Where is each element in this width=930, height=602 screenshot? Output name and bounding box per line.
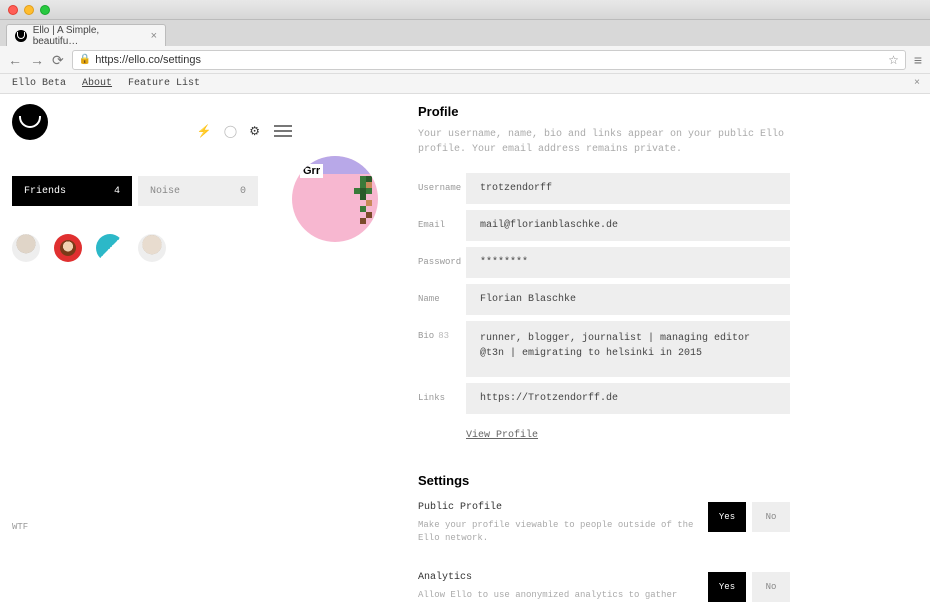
tab-friends[interactable]: Friends 4 [12, 176, 132, 206]
field-username: Username trotzendorff [418, 173, 790, 204]
submenu-feature-list[interactable]: Feature List [128, 78, 200, 89]
input-username[interactable]: trotzendorff [466, 173, 790, 204]
profile-subtitle: Your username, name, bio and links appea… [418, 127, 790, 157]
avatar-grr-text: Grr [300, 164, 323, 178]
field-name: Name Florian Blaschke [418, 284, 790, 315]
browser-toolbar: ← → ⟳ 🔒 https://ello.co/settings ☆ ≡ [0, 46, 930, 74]
input-password[interactable]: ******** [466, 247, 790, 278]
input-bio[interactable]: runner, blogger, journalist | managing e… [466, 321, 790, 377]
tab-title: Ello | A Simple, beautifu… [33, 25, 145, 47]
close-tab-icon[interactable]: × [151, 30, 157, 42]
submenu-about[interactable]: About [82, 78, 112, 89]
ello-logo-icon[interactable] [12, 104, 48, 140]
ello-favicon-icon [15, 30, 27, 42]
feed-tabs: Friends 4 Noise 0 [12, 176, 292, 206]
input-name[interactable]: Florian Blaschke [466, 284, 790, 315]
label-links: Links [418, 383, 466, 414]
wtf-link[interactable]: WTF [12, 522, 28, 532]
forward-icon[interactable]: → [30, 53, 44, 67]
reload-icon[interactable]: ⟳ [52, 53, 64, 67]
chrome-menu-icon[interactable]: ≡ [914, 52, 922, 68]
label-email: Email [418, 210, 466, 241]
setting-analytics: Analytics Allow Ello to use anonymized a… [418, 572, 790, 602]
label-password: Password [418, 247, 466, 278]
setting-name: Analytics [418, 572, 708, 583]
main-panel: Profile Your username, name, bio and lin… [292, 104, 930, 602]
input-links[interactable]: https://Trotzendorff.de [466, 383, 790, 414]
hamburger-icon[interactable] [274, 125, 292, 137]
zoom-window-icon[interactable] [40, 5, 50, 15]
back-icon[interactable]: ← [8, 53, 22, 67]
page-content: Grr ⚡ ◯ ⚙ [0, 94, 930, 602]
browser-tab[interactable]: Ello | A Simple, beautifu… × [6, 24, 166, 46]
address-bar[interactable]: 🔒 https://ello.co/settings ☆ [72, 50, 906, 70]
view-profile-link[interactable]: View Profile [466, 430, 538, 441]
tab-noise[interactable]: Noise 0 [138, 176, 258, 206]
bolt-icon[interactable]: ⚡ [197, 124, 212, 139]
toggle-no-button[interactable]: No [752, 572, 790, 602]
bookmark-star-icon[interactable]: ☆ [888, 53, 899, 67]
field-bio: Bio83 runner, blogger, journalist | mana… [418, 321, 790, 377]
lock-icon: 🔒 [79, 54, 91, 65]
setting-desc: Make your profile viewable to people out… [418, 519, 698, 544]
avatar[interactable] [96, 234, 124, 262]
mac-titlebar [0, 0, 930, 20]
avatar[interactable] [12, 234, 40, 262]
setting-desc: Allow Ello to use anonymized analytics t… [418, 589, 698, 602]
toggle-yes-button[interactable]: Yes [708, 572, 746, 602]
toggle-yes-button[interactable]: Yes [708, 502, 746, 532]
friend-avatars [12, 234, 292, 262]
settings-heading: Settings [418, 473, 790, 488]
tab-noise-label: Noise [150, 186, 180, 197]
sidebar: ⚡ ◯ ⚙ Friends 4 Noise 0 [12, 104, 292, 602]
gear-icon[interactable]: ⚙ [249, 124, 260, 139]
toggle-analytics: Yes No [708, 572, 790, 602]
url-text: https://ello.co/settings [95, 54, 201, 66]
avatar[interactable] [138, 234, 166, 262]
setting-name: Public Profile [418, 502, 708, 513]
profile-heading: Profile [418, 104, 790, 119]
toggle-public-profile: Yes No [708, 502, 790, 532]
label-username: Username [418, 173, 466, 204]
field-password: Password ******** [418, 247, 790, 278]
tab-friends-count: 4 [114, 186, 120, 197]
input-email[interactable]: mail@florianblaschke.de [466, 210, 790, 241]
close-window-icon[interactable] [8, 5, 18, 15]
close-bar-icon[interactable]: × [914, 78, 920, 89]
tab-noise-count: 0 [240, 186, 246, 197]
label-name: Name [418, 284, 466, 315]
circle-icon[interactable]: ◯ [224, 124, 237, 139]
tab-friends-label: Friends [24, 186, 66, 197]
submenu-ello-beta[interactable]: Ello Beta [12, 78, 66, 89]
toggle-no-button[interactable]: No [752, 502, 790, 532]
label-bio: Bio83 [418, 321, 466, 377]
bookmarks-bar: Ello Beta About Feature List × [0, 74, 930, 94]
field-email: Email mail@florianblaschke.de [418, 210, 790, 241]
minimize-window-icon[interactable] [24, 5, 34, 15]
field-links: Links https://Trotzendorff.de [418, 383, 790, 414]
browser-tabstrip: Ello | A Simple, beautifu… × [0, 20, 930, 46]
avatar[interactable] [54, 234, 82, 262]
profile-avatar[interactable]: Grr [292, 156, 378, 242]
